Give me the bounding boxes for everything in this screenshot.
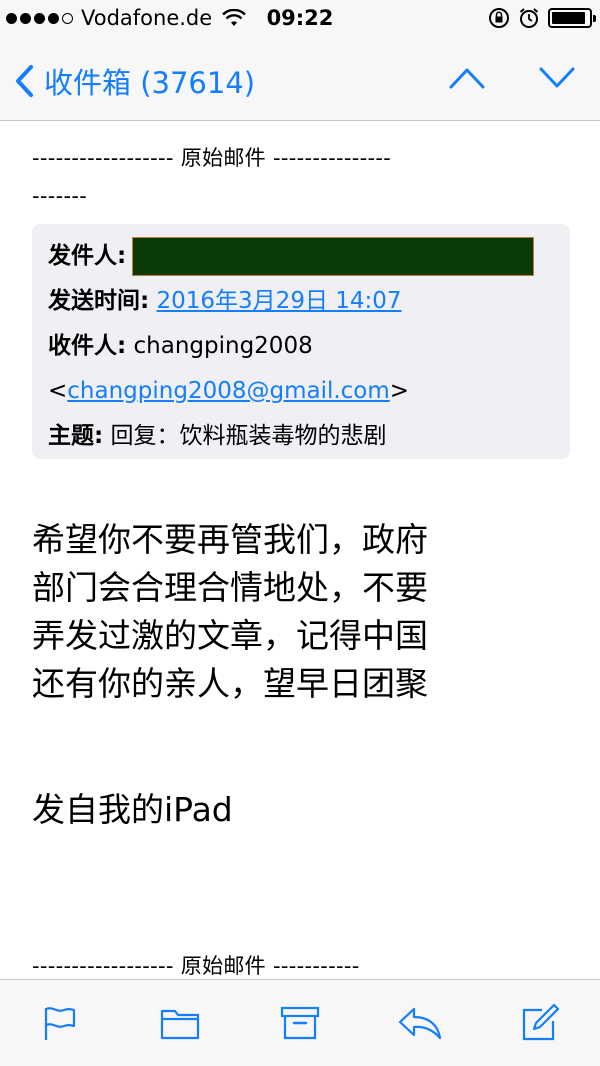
message-navigation	[448, 66, 576, 94]
reply-icon	[398, 1007, 442, 1040]
battery-icon	[548, 8, 596, 28]
sent-row: 发送时间: 2016年3月29日 14:07	[48, 279, 554, 324]
to-name: changping2008	[133, 333, 313, 359]
subject-row: 主题: 回复：饮料瓶装毒物的悲剧	[48, 414, 554, 459]
status-bar: Vodafone.de 09:22	[0, 0, 600, 40]
archive-icon	[280, 1006, 320, 1040]
compose-button[interactable]	[510, 993, 570, 1053]
archive-button[interactable]	[270, 993, 330, 1053]
to-label: 收件人:	[48, 333, 127, 359]
to-email-link[interactable]: changping2008@gmail.com	[67, 378, 390, 404]
to-email-row: <changping2008@gmail.com>	[48, 369, 554, 414]
body-line: 还有你的亲人，望早日团聚	[32, 664, 428, 703]
quoted-header-box: 发件人: 发送时间: 2016年3月29日 14:07 收件人: changpi…	[32, 224, 570, 459]
folder-icon	[160, 1009, 200, 1040]
compose-icon	[522, 1003, 560, 1041]
body-line: 弄发过激的文章，记得中国	[32, 616, 428, 655]
body-line: 部门会合理合情地处，不要	[32, 568, 428, 607]
chevron-up-icon	[449, 68, 485, 89]
original-message-divider: ------------------ 原始邮件 ---------------	[32, 146, 392, 170]
previous-message-button[interactable]	[448, 66, 486, 94]
chevron-down-icon	[539, 67, 575, 88]
rotation-lock-icon	[489, 8, 509, 28]
back-to-inbox-button[interactable]: 收件箱 (37614)	[14, 60, 255, 102]
reply-button[interactable]	[390, 993, 450, 1053]
alarm-clock-icon	[519, 8, 539, 28]
sent-date-link[interactable]: 2016年3月29日 14:07	[157, 288, 402, 314]
navigation-bar: 收件箱 (37614)	[0, 40, 600, 121]
original-message-divider-wrap: -------	[32, 184, 88, 208]
chevron-left-icon	[16, 65, 33, 97]
to-email-close: >	[389, 378, 410, 404]
back-label: 收件箱 (37614)	[44, 66, 256, 100]
status-right	[488, 7, 596, 29]
subject-label: 主题:	[48, 423, 104, 449]
original-message-divider-2: ------------------ 原始邮件 -----------	[32, 954, 360, 978]
sent-label: 发送时间:	[48, 288, 150, 314]
move-to-folder-button[interactable]	[150, 993, 210, 1053]
message-content: ------------------ 原始邮件 --------------- …	[0, 121, 600, 979]
from-row: 发件人:	[48, 234, 554, 279]
body-line: 希望你不要再管我们，政府	[32, 520, 428, 559]
to-email-open: <	[48, 378, 68, 404]
next-message-button[interactable]	[538, 66, 576, 94]
flag-button[interactable]	[30, 993, 90, 1053]
bottom-toolbar	[0, 979, 600, 1066]
subject-value: 回复：饮料瓶装毒物的悲剧	[110, 423, 387, 449]
signature: 发自我的iPad	[32, 790, 233, 829]
from-label: 发件人:	[48, 243, 127, 269]
message-body: 希望你不要再管我们，政府 部门会合理合情地处，不要 弄发过激的文章，记得中国 还…	[32, 516, 572, 708]
to-row: 收件人: changping2008	[48, 324, 554, 369]
redacted-sender	[132, 237, 535, 276]
flag-icon	[44, 1007, 76, 1040]
